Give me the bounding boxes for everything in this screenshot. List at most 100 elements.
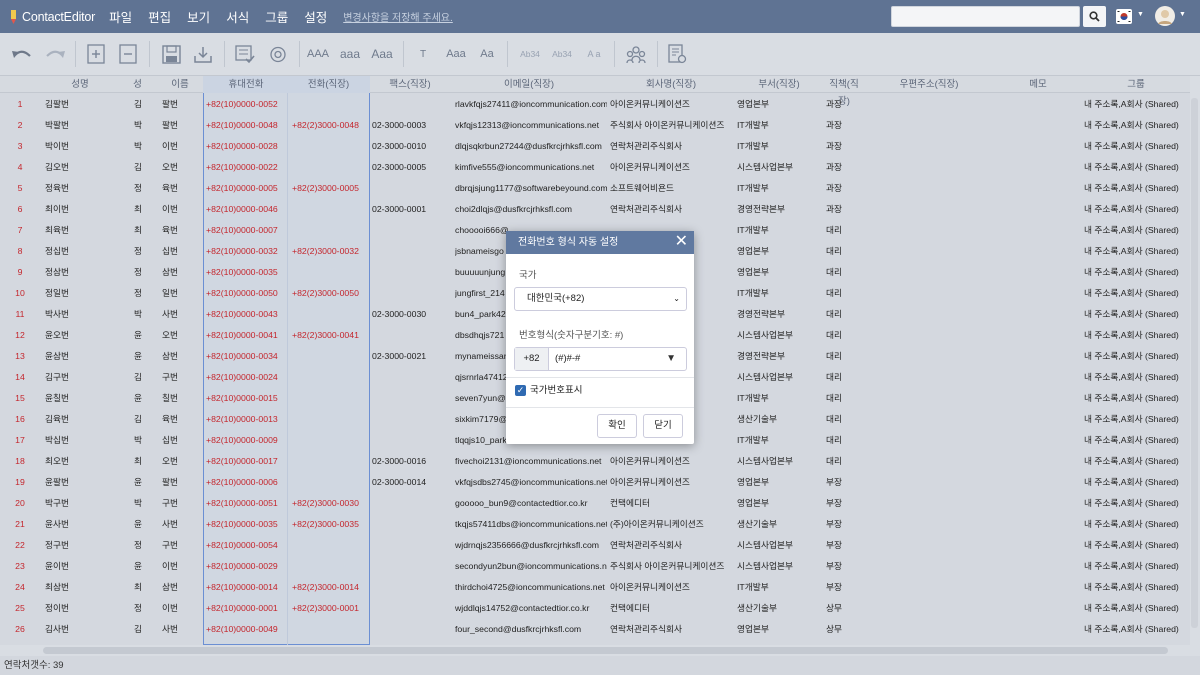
cell-last[interactable]: 정: [134, 262, 154, 283]
cell-mobile[interactable]: +82(10)0000-0022: [206, 157, 288, 178]
cell-work[interactable]: [292, 388, 372, 409]
cell-n[interactable]: 19: [0, 472, 40, 493]
cell-n[interactable]: 10: [0, 283, 40, 304]
cell-mobile[interactable]: +82(10)0000-0046: [206, 199, 288, 220]
cell-work[interactable]: +82(2)3000-0014: [292, 577, 372, 598]
cell-mobile[interactable]: +82(10)0000-0017: [206, 451, 288, 472]
cell-work[interactable]: +82(2)3000-0032: [292, 241, 372, 262]
cell-name[interactable]: 정이번: [45, 598, 120, 619]
cell-n[interactable]: 18: [0, 451, 40, 472]
cell-group[interactable]: 내 주소록,A회사 (Shared): [1084, 430, 1190, 451]
cell-last[interactable]: 박: [134, 136, 154, 157]
cell-first[interactable]: 칠번: [162, 388, 202, 409]
cell-mobile[interactable]: +82(10)0000-0013: [206, 409, 288, 430]
cell-title[interactable]: 과장: [826, 136, 864, 157]
cell-n[interactable]: 8: [0, 241, 40, 262]
cell-last[interactable]: 박: [134, 493, 154, 514]
cell-fax[interactable]: [372, 409, 450, 430]
cell-fax[interactable]: 02-3000-0030: [372, 304, 450, 325]
col-header-group[interactable]: 그룹: [1082, 76, 1190, 93]
cell-company[interactable]: 연락처관리주식회사: [610, 619, 734, 640]
table-row[interactable]: 18 최오번 최 오번 +82(10)0000-0017 02-3000-0016 five…: [0, 451, 1190, 472]
cell-title[interactable]: 과장: [826, 199, 864, 220]
cell-work[interactable]: [292, 262, 372, 283]
cell-company[interactable]: 주식회사 아이온커뮤니케이션즈: [610, 556, 734, 577]
cell-fax[interactable]: [372, 388, 450, 409]
spacing-button[interactable]: A a: [582, 41, 606, 67]
cell-n[interactable]: 20: [0, 493, 40, 514]
cell-title[interactable]: 대리: [826, 451, 864, 472]
delete-contact-button[interactable]: [117, 41, 139, 67]
cell-name[interactable]: 박구번: [45, 493, 120, 514]
cell-title[interactable]: 부장: [826, 493, 864, 514]
cell-first[interactable]: 삼번: [162, 577, 202, 598]
cell-first[interactable]: 이번: [162, 136, 202, 157]
cell-fax[interactable]: 02-3000-0021: [372, 346, 450, 367]
trim-text-button[interactable]: T: [411, 41, 435, 67]
table-row[interactable]: 20 박구번 박 구번 +82(10)0000-0051 +82(2)3000-0030 g…: [0, 493, 1190, 514]
cell-group[interactable]: 내 주소록,A회사 (Shared): [1084, 472, 1190, 493]
cell-mobile[interactable]: +82(10)0000-0035: [206, 514, 288, 535]
table-row[interactable]: 23 윤이번 윤 이번 +82(10)0000-0029 secondyun2bun@io…: [0, 556, 1190, 577]
cell-mobile[interactable]: +82(10)0000-0028: [206, 136, 288, 157]
merge-button[interactable]: [266, 41, 290, 67]
col-header-department[interactable]: 부서(직장): [734, 76, 824, 93]
cell-last[interactable]: 김: [134, 619, 154, 640]
cell-fax[interactable]: [372, 619, 450, 640]
cell-name[interactable]: 김팔번: [45, 94, 120, 115]
cell-dept[interactable]: 영업본부: [737, 619, 825, 640]
titlecase-button[interactable]: Aaa: [370, 41, 394, 67]
format-name-button[interactable]: Aaa: [443, 41, 469, 67]
cell-dept[interactable]: 영업본부: [737, 472, 825, 493]
cell-mobile[interactable]: +82(10)0000-0006: [206, 472, 288, 493]
cell-fax[interactable]: 02-3000-0001: [372, 199, 450, 220]
cell-last[interactable]: 최: [134, 220, 154, 241]
cell-mobile[interactable]: +82(10)0000-0014: [206, 577, 288, 598]
cell-mobile[interactable]: +82(10)0000-0041: [206, 325, 288, 346]
table-row[interactable]: 19 윤팔번 윤 팔번 +82(10)0000-0006 02-3000-0014 vkfq…: [0, 472, 1190, 493]
cell-email[interactable]: vkfqjsdbs2745@ioncommunications.net: [455, 472, 607, 493]
close-button[interactable]: 닫기: [643, 414, 683, 438]
col-header-fullname[interactable]: 성명: [40, 76, 120, 93]
cell-name[interactable]: 정일번: [45, 283, 120, 304]
cell-fax[interactable]: [372, 241, 450, 262]
menu-group[interactable]: 그룹: [265, 7, 288, 26]
col-header-fax[interactable]: 팩스(직장): [370, 76, 450, 93]
cell-work[interactable]: [292, 304, 372, 325]
vertical-scroll-thumb[interactable]: [1191, 98, 1198, 628]
cell-group[interactable]: 내 주소록,A회사 (Shared): [1084, 220, 1190, 241]
table-row[interactable]: 2 박팔번 박 팔번 +82(10)0000-0048 +82(2)3000-0048 02…: [0, 115, 1190, 136]
cell-group[interactable]: 내 주소록,A회사 (Shared): [1084, 304, 1190, 325]
menu-view[interactable]: 보기: [187, 7, 210, 26]
cell-mobile[interactable]: +82(10)0000-0001: [206, 598, 288, 619]
cell-group[interactable]: 내 주소록,A회사 (Shared): [1084, 241, 1190, 262]
cell-last[interactable]: 박: [134, 304, 154, 325]
cell-group[interactable]: 내 주소록,A회사 (Shared): [1084, 388, 1190, 409]
cell-work[interactable]: [292, 619, 372, 640]
cell-work[interactable]: +82(2)3000-0041: [292, 325, 372, 346]
cell-first[interactable]: 사번: [162, 304, 202, 325]
cell-title[interactable]: 대리: [826, 220, 864, 241]
cell-fax[interactable]: 02-3000-0003: [372, 115, 450, 136]
cell-last[interactable]: 최: [134, 577, 154, 598]
cell-fax[interactable]: [372, 94, 450, 115]
cell-work[interactable]: +82(2)3000-0050: [292, 283, 372, 304]
cell-first[interactable]: 사번: [162, 514, 202, 535]
cell-mobile[interactable]: +82(10)0000-0048: [206, 115, 288, 136]
cell-work[interactable]: [292, 220, 372, 241]
cell-email[interactable]: rlavkfqjs27411@ioncommunication.com: [455, 94, 607, 115]
menu-settings[interactable]: 설정: [304, 7, 327, 26]
table-row[interactable]: 24 최삼번 최 삼번 +82(10)0000-0014 +82(2)3000-0014 t…: [0, 577, 1190, 598]
cell-first[interactable]: 이번: [162, 199, 202, 220]
cell-fax[interactable]: [372, 262, 450, 283]
cell-last[interactable]: 박: [134, 430, 154, 451]
cell-fax[interactable]: [372, 514, 450, 535]
cell-email[interactable]: wjddlqjs14752@contactedtior.co.kr: [455, 598, 607, 619]
cell-dept[interactable]: 시스템사업본부: [737, 451, 825, 472]
cell-group[interactable]: 내 주소록,A회사 (Shared): [1084, 409, 1190, 430]
cell-work[interactable]: [292, 472, 372, 493]
menu-edit[interactable]: 편집: [148, 7, 171, 26]
cell-fax[interactable]: 02-3000-0005: [372, 157, 450, 178]
cell-group[interactable]: 내 주소록,A회사 (Shared): [1084, 535, 1190, 556]
cell-n[interactable]: 25: [0, 598, 40, 619]
